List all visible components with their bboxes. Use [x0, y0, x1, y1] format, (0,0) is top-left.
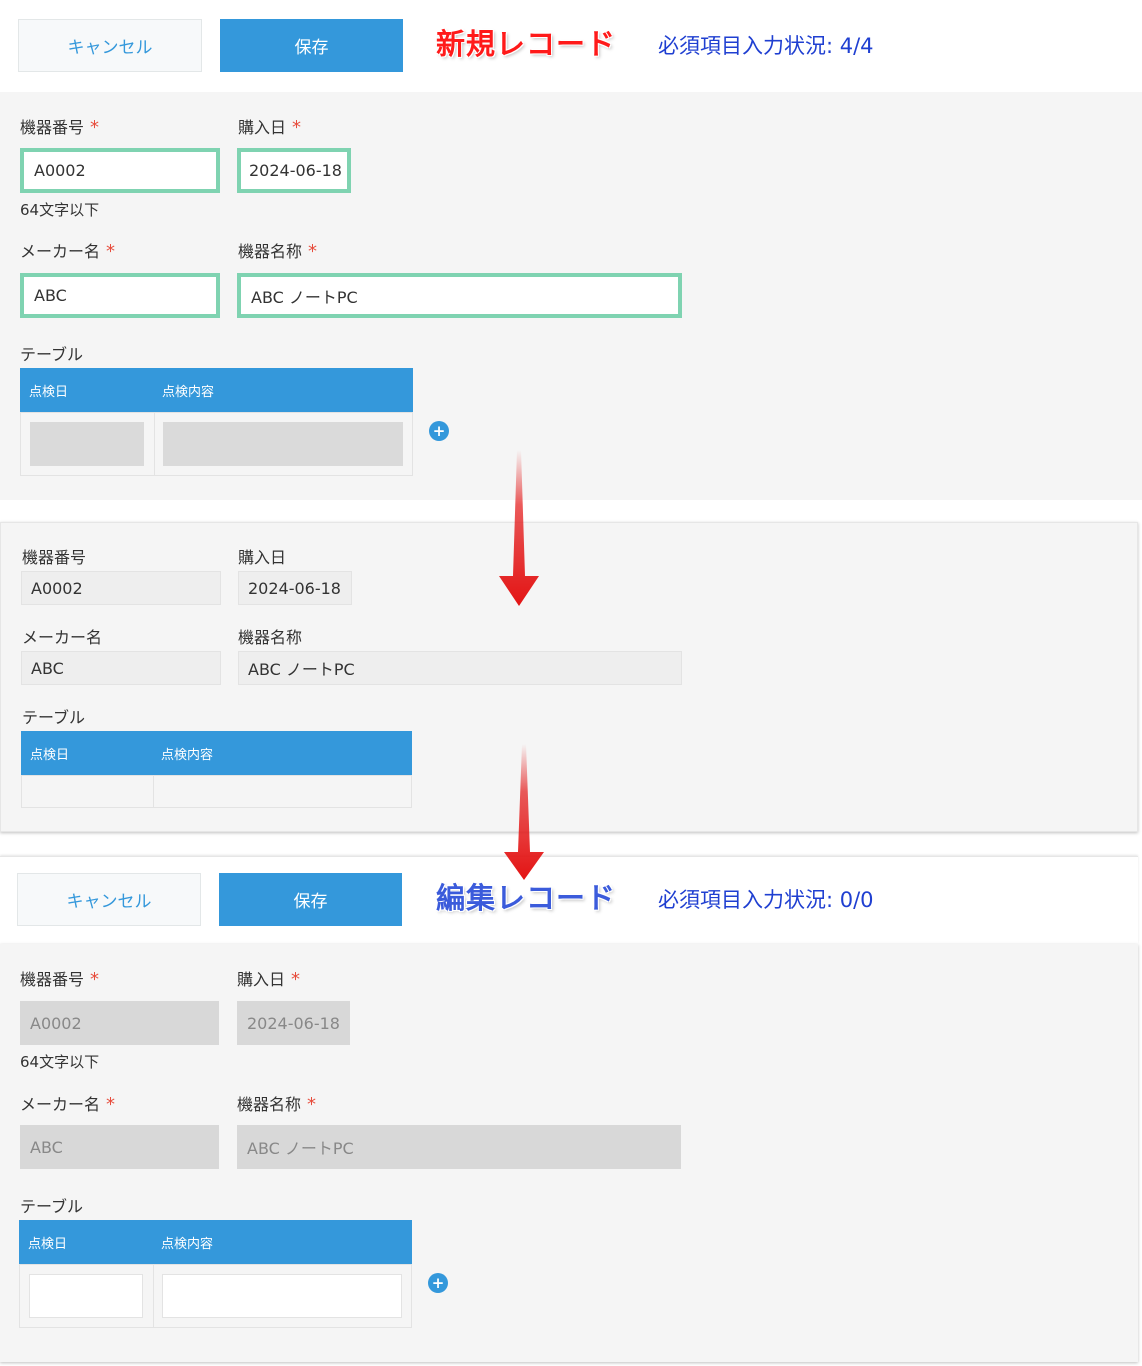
device-no-note: 64文字以下: [20, 201, 100, 219]
required-mark: *: [292, 117, 302, 138]
col-header-content: 点検内容: [153, 368, 413, 412]
col-header-date: 点検日: [21, 731, 153, 775]
required-mark: *: [106, 241, 116, 262]
device-name-input-disabled: ABC ノートPC: [237, 1125, 681, 1169]
content-cell-input[interactable]: [163, 422, 403, 466]
inspection-table: 点検日 点検内容: [20, 368, 413, 478]
record-detail-view: 機器番号 購入日 A0002 2024-06-18 メーカー名 機器名称 ABC…: [0, 522, 1138, 832]
required-status: 必須項目入力状況: 4/4: [658, 34, 874, 58]
maker-label: メーカー名 *: [20, 241, 116, 262]
new-record-header: キャンセル 保存 新規レコード 必須項目入力状況: 4/4: [0, 0, 1142, 92]
required-mark: *: [291, 969, 301, 990]
col-header-date: 点検日: [20, 368, 154, 412]
device-no-value: A0002: [21, 571, 221, 605]
required-mark: *: [308, 241, 318, 262]
col-header-content: 点検内容: [152, 1220, 412, 1264]
col-header-content: 点検内容: [152, 731, 412, 775]
inspection-table: 点検日 点検内容: [21, 731, 412, 809]
edit-record-form: 機器番号 * 購入日 * A0002 2024-06-18 64文字以下 メーカー名…: [0, 944, 1138, 1362]
required-status: 必須項目入力状況: 0/0: [658, 888, 874, 912]
purchase-date-label: 購入日: [238, 548, 287, 567]
cell-divider: [153, 1265, 154, 1327]
cancel-button[interactable]: キャンセル: [18, 19, 202, 72]
maker-label: メーカー名: [22, 628, 103, 647]
table-row: [21, 775, 412, 808]
purchase-date-label: 購入日 *: [237, 969, 301, 990]
purchase-date-input-disabled: 2024-06-18: [237, 1001, 350, 1045]
inspection-table: 点検日 点検内容: [19, 1220, 412, 1330]
device-no-label: 機器番号: [22, 548, 87, 567]
purchase-date-value: 2024-06-18: [238, 571, 352, 605]
table-label: テーブル: [20, 1197, 84, 1216]
device-no-input-disabled: A0002: [20, 1001, 219, 1045]
maker-input[interactable]: ABC: [20, 273, 220, 318]
date-cell-input[interactable]: [30, 422, 144, 466]
required-mark: *: [90, 969, 100, 990]
arrow-down-icon: [499, 450, 539, 606]
maker-label: メーカー名 *: [20, 1094, 116, 1115]
table-row: [19, 1264, 412, 1328]
content-cell-input[interactable]: [162, 1274, 402, 1318]
required-mark: *: [106, 1094, 116, 1115]
device-name-label: 機器名称 *: [237, 1094, 317, 1115]
save-button[interactable]: 保存: [220, 19, 403, 72]
save-button[interactable]: 保存: [219, 873, 402, 926]
device-no-input[interactable]: A0002: [20, 148, 220, 193]
device-no-note: 64文字以下: [20, 1053, 100, 1071]
new-record-form: 機器番号 * 購入日 * A0002 2024-06-18 64文字以下 メーカー名…: [0, 92, 1142, 500]
table-label: テーブル: [20, 345, 84, 364]
device-no-label: 機器番号 *: [20, 117, 100, 138]
cell-divider: [154, 413, 155, 475]
device-name-label: 機器名称: [238, 628, 303, 647]
table-label: テーブル: [22, 708, 86, 727]
device-name-value: ABC ノートPC: [238, 651, 682, 685]
edit-record-header: キャンセル 保存 編集レコード 必須項目入力状況: 0/0: [0, 856, 1138, 944]
purchase-date-input[interactable]: 2024-06-18: [237, 148, 351, 193]
date-cell-input[interactable]: [29, 1274, 143, 1318]
device-name-input[interactable]: ABC ノートPC: [237, 273, 682, 318]
maker-input-disabled: ABC: [20, 1125, 219, 1169]
device-name-label: 機器名称 *: [238, 241, 318, 262]
table-row: [20, 412, 413, 476]
add-row-icon[interactable]: +: [429, 421, 449, 441]
maker-value: ABC: [21, 651, 221, 685]
required-mark: *: [90, 117, 100, 138]
arrow-down-icon: [504, 744, 544, 880]
device-no-label: 機器番号 *: [20, 969, 100, 990]
required-mark: *: [307, 1094, 317, 1115]
cell-divider: [153, 776, 154, 807]
add-row-icon[interactable]: +: [428, 1273, 448, 1293]
col-header-date: 点検日: [19, 1220, 153, 1264]
purchase-date-label: 購入日 *: [238, 117, 302, 138]
cancel-button[interactable]: キャンセル: [17, 873, 201, 926]
new-record-title: 新規レコード: [436, 27, 617, 61]
